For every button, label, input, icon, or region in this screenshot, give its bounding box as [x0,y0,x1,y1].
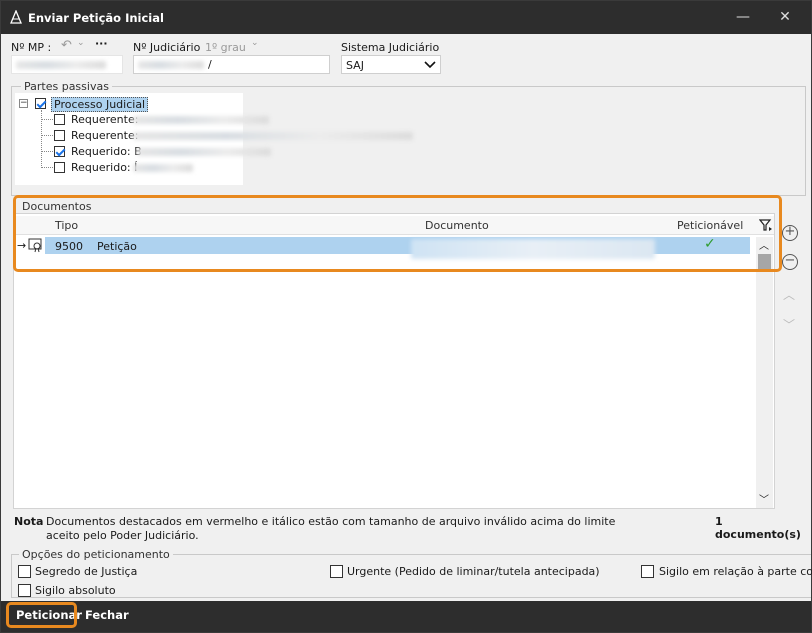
requerido-1-checkbox[interactable] [54,146,65,157]
judicial-label: Nº Judiciário [133,41,201,54]
sigilo-absoluto-label: Sigilo absoluto [35,584,116,597]
remove-document-icon[interactable]: − [782,254,798,270]
mp-label: Nº MP : [11,41,52,54]
judicial-input[interactable]: / [133,55,330,74]
add-document-icon[interactable]: + [782,225,798,241]
peticionar-highlight [6,602,77,628]
processo-checkbox[interactable] [35,98,46,109]
title-bar: Enviar Petição Inicial — ✕ [1,1,811,34]
sigilo-parte-label: Sigilo em relação à parte con [659,565,812,578]
segredo-label: Segredo de Justiça [35,565,138,578]
undo-icon[interactable]: ↶ [61,38,72,53]
segredo-checkbox[interactable] [18,565,31,578]
grau-label[interactable]: 1º grau [205,41,246,54]
collapse-icon[interactable]: − [19,99,28,108]
move-up-icon[interactable]: ︿ [783,286,795,303]
sistema-select[interactable]: SAJ [341,55,441,74]
opcoes-title: Opções do peticionamento [19,548,173,561]
urgente-label: Urgente (Pedido de liminar/tutela anteci… [347,565,600,578]
scroll-down-icon[interactable]: ﹀ [759,491,769,506]
requerente-1-checkbox[interactable] [54,114,65,125]
minimize-button[interactable]: — [731,7,755,27]
mp-input[interactable] [11,55,123,74]
chevron-down-icon[interactable]: ⌄ [77,38,85,48]
sistema-value: SAJ [346,59,364,72]
urgente-checkbox[interactable] [330,565,343,578]
grid-scrollbar[interactable] [756,237,773,508]
sigilo-parte-checkbox[interactable] [641,565,654,578]
nota-text: Documentos destacados em vermelho e itál… [46,515,616,542]
sigilo-absoluto-checkbox[interactable] [18,584,31,597]
move-down-icon[interactable]: ﹀ [783,316,795,333]
processo-label[interactable]: Processo Judicial [51,97,149,112]
documentos-count: 1 documento(s) [715,515,801,541]
requerido-2-label: Requerido: Í [71,161,138,174]
footer-bar: Peticionar Fechar [1,601,811,632]
requerente-2-checkbox[interactable] [54,130,65,141]
requerente-1-label: Requerente: [71,113,139,126]
select-chevron-icon [424,61,436,69]
app-logo-icon [10,10,22,24]
requerente-2-label: Requerente: [71,129,139,142]
requerido-1-label: Requerido: B [71,145,142,158]
more-icon[interactable]: ··· [95,37,108,50]
grau-chevron-icon[interactable]: ⌄ [251,38,259,48]
dialog-window: Enviar Petição Inicial — ✕ Nº MP : ↶ ⌄ ·… [0,0,812,633]
partes-title: Partes passivas [21,80,112,93]
close-button[interactable]: ✕ [773,7,797,27]
judicial-value-suffix: / [208,58,212,71]
sistema-label: Sistema Judiciário [341,41,440,54]
documentos-highlight [13,195,782,272]
requerido-2-checkbox[interactable] [54,162,65,173]
fechar-button[interactable]: Fechar [79,604,135,627]
window-title: Enviar Petição Inicial [28,11,164,25]
nota-label: Nota [14,515,44,528]
